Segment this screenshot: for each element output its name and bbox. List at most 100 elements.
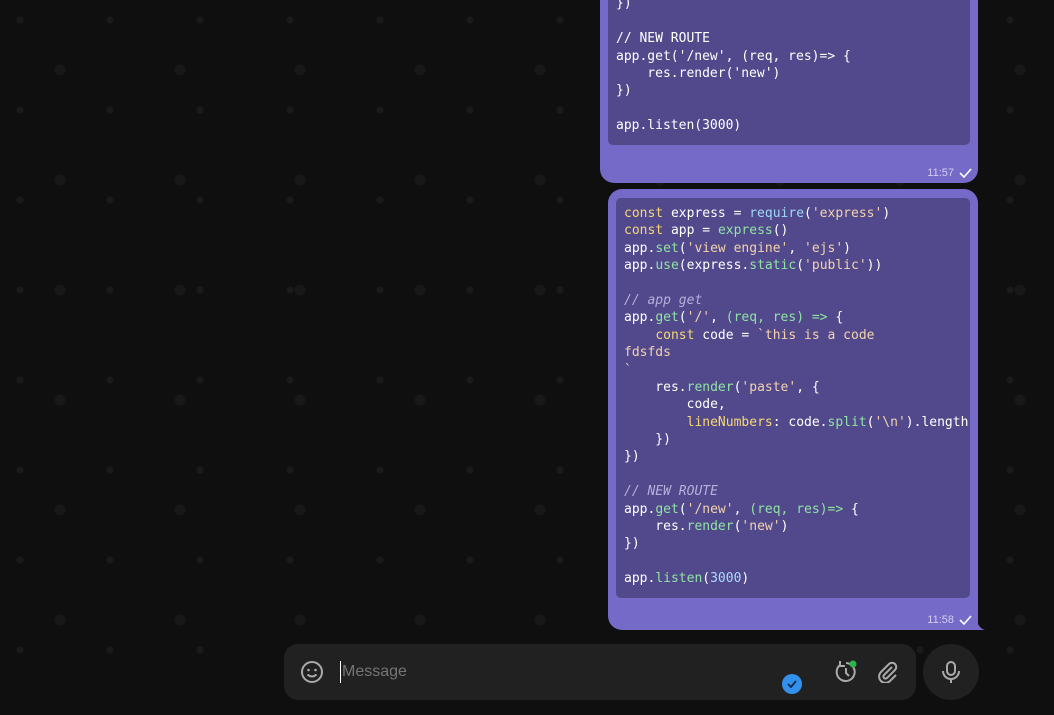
message-time: 11:57 (927, 167, 954, 179)
code-line: res.render('new') (624, 518, 962, 535)
code-line: app.set('view engine', 'ejs') (624, 240, 962, 257)
microphone-icon (942, 661, 960, 683)
code-token: }) (616, 83, 632, 99)
code-token: ( (678, 240, 687, 256)
code-token: split (827, 414, 867, 430)
code-token: app. (624, 571, 656, 587)
emoji-button[interactable] (298, 658, 326, 686)
code-token: listen (655, 571, 703, 587)
status-badge (782, 674, 802, 694)
code-line: app.get('/', (req, res) => { (624, 309, 962, 326)
code-token: { (843, 501, 859, 517)
code-token: 'public' (804, 258, 867, 274)
code-token: '\n' (874, 414, 906, 430)
checkmark-badge-icon (787, 680, 797, 688)
code-line: // app get (624, 292, 962, 309)
code-line: const code = `this is a code (624, 327, 962, 344)
message-input[interactable] (342, 661, 760, 683)
code-token: require (749, 206, 805, 221)
attach-button[interactable] (874, 658, 902, 686)
code-token: '/' (686, 310, 711, 326)
code-token: static (749, 258, 797, 274)
code-line: code, (624, 396, 962, 413)
code-token: : code. (772, 414, 828, 430)
code-token: ) (882, 206, 891, 221)
code-token: lineNumbers (686, 414, 773, 430)
code-token: 'ejs' (804, 240, 844, 256)
code-token: }) (624, 536, 640, 552)
code-token: (req, res) => (725, 310, 828, 326)
message-time: 11:58 (927, 614, 954, 626)
code-token: , (733, 501, 750, 517)
code-token: 'new' (741, 519, 781, 535)
message-bubble-1: });})// NEW ROUTEapp.get('/new', (req, r… (600, 0, 978, 183)
code-token: , { (796, 379, 820, 395)
code-token: express = (663, 206, 750, 221)
code-token: res. (624, 379, 687, 395)
code-token: , (710, 310, 726, 326)
code-line: res.render('paste', { (624, 379, 962, 396)
code-token: app. (624, 258, 656, 274)
code-token: ` (624, 362, 632, 378)
code-line: app.use(express.static('public')) (624, 257, 962, 274)
code-line: lineNumbers: code.split('\n').length (624, 414, 969, 431)
message-meta: 11:58 (927, 614, 972, 626)
code-token: `this is a code (757, 327, 875, 343)
code-token: app. (624, 501, 656, 517)
code-token: ( (678, 501, 687, 517)
code-line: fdsfds (624, 344, 962, 361)
code-token: 'view engine' (686, 240, 789, 256)
schedule-button[interactable] (832, 658, 860, 686)
code-token: '/new' (686, 501, 734, 517)
code-token: app.get('/new', (req, res)=> { (616, 48, 851, 64)
timer-icon (835, 660, 857, 682)
code-token: )) (866, 258, 883, 274)
code-line: }) (624, 448, 962, 465)
code-token: // NEW ROUTE (616, 31, 710, 47)
code-token: , (788, 240, 805, 256)
code-token: }) (624, 449, 640, 465)
code-token: app = (663, 223, 718, 239)
code-line: // NEW ROUTE (624, 483, 962, 500)
code-token: ( (678, 310, 687, 326)
code-token: }) (624, 432, 671, 448)
code-token: (req, res)=> (749, 501, 844, 517)
bubble-tail (976, 618, 985, 630)
code-token: ( (702, 571, 711, 587)
code-token: render (686, 519, 734, 535)
voice-record-button[interactable] (923, 644, 979, 700)
message-composer (284, 644, 916, 700)
code-line: ` (624, 362, 962, 379)
code-token: // app get (624, 292, 703, 308)
smiley-icon (301, 661, 323, 683)
code-token: () (772, 223, 789, 239)
sent-check-icon (959, 615, 972, 625)
code-line: app.listen(3000) (624, 570, 962, 587)
code-line: }) (616, 0, 962, 13)
code-token: res.render('new') (616, 65, 781, 81)
code-token: ) (780, 519, 789, 535)
code-token: code = (694, 327, 758, 343)
code-token: const (655, 327, 695, 343)
code-token: ) (843, 240, 851, 256)
code-token: code, (624, 397, 726, 413)
code-line: const app = express() (624, 222, 962, 239)
code-token: use (655, 258, 679, 274)
code-token: fdsfds (624, 345, 671, 361)
code-line: app.get('/new', (req, res)=> { (624, 501, 962, 518)
code-token: set (655, 240, 679, 256)
code-line: }) (624, 535, 962, 552)
code-token: render (686, 379, 734, 395)
code-token: { (827, 310, 844, 326)
code-token: const (624, 206, 664, 221)
code-token: ).length (905, 414, 969, 430)
code-token: (express. (678, 258, 750, 274)
code-line: const express = require('express') (624, 205, 962, 222)
code-token: ( (804, 206, 812, 221)
